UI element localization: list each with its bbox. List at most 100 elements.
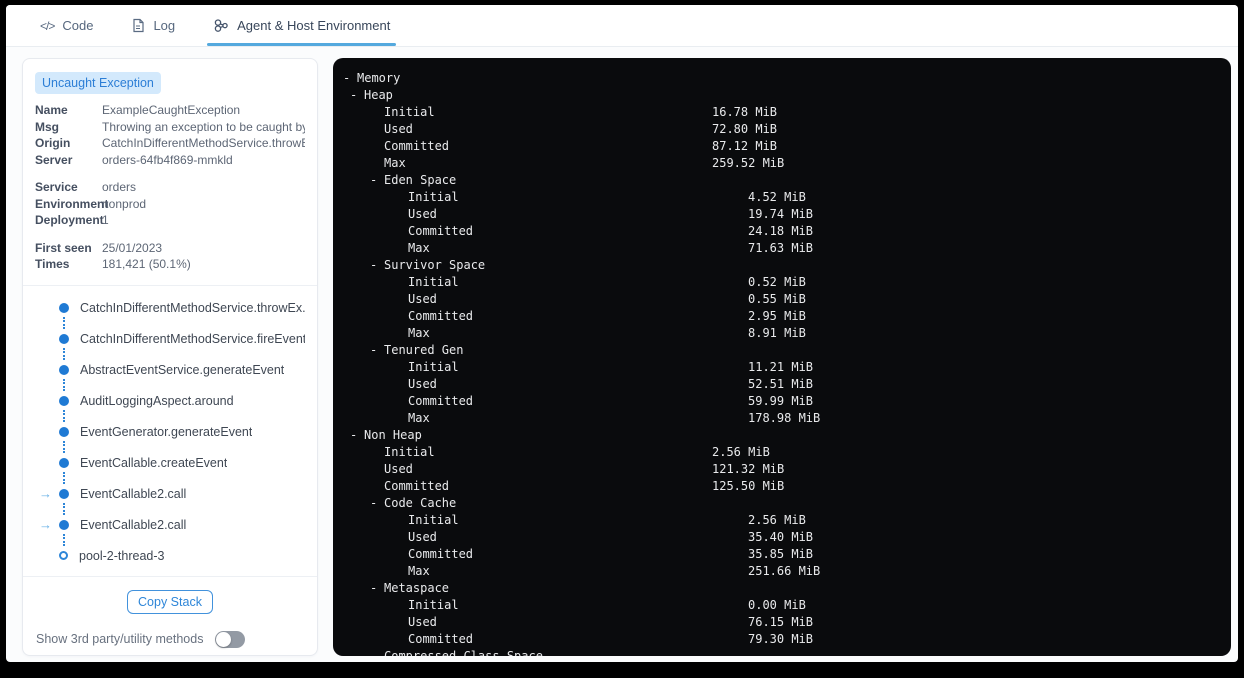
memory-metric-value: 19.74 MiB bbox=[748, 207, 814, 221]
frame-dot-icon bbox=[59, 426, 69, 437]
memory-metric-value: 16.78 MiB bbox=[712, 105, 778, 119]
frame-dot-icon bbox=[59, 364, 69, 375]
memory-metric-label: Committed bbox=[408, 224, 474, 238]
collapse-icon[interactable]: - bbox=[370, 580, 384, 597]
main-content: Uncaught Exception Name ExampleCaughtExce… bbox=[6, 47, 1238, 656]
memory-tree-leaf-row: Committed 79.30 MiB bbox=[343, 631, 1221, 648]
memory-tree-header-row[interactable]: - Metaspace bbox=[343, 580, 1221, 597]
memory-tree-leaf-row: Initial 2.56 MiB bbox=[343, 512, 1221, 529]
collapse-icon[interactable]: - bbox=[350, 87, 364, 104]
memory-metric-label: Used bbox=[408, 615, 437, 629]
memory-tree-header-row[interactable]: - Non Heap bbox=[343, 427, 1221, 444]
memory-metric-value: 178.98 MiB bbox=[748, 411, 821, 425]
memory-tree-leaf-row: Max 259.52 MiB bbox=[343, 155, 1221, 172]
frame-dot-icon bbox=[59, 519, 69, 530]
tab-code-label: Code bbox=[62, 18, 94, 33]
stack-frame[interactable]: EventCallable.createEvent bbox=[35, 455, 305, 471]
stack-frame-label: CatchInDifferentMethodService.fireEvent bbox=[80, 331, 305, 346]
stack-frame[interactable]: pool-2-thread-3 bbox=[35, 548, 305, 564]
stack-frame-label: EventCallable2.call bbox=[80, 486, 187, 501]
memory-metric-label: Initial bbox=[408, 190, 459, 204]
stack-frame[interactable]: → EventCallable2.call bbox=[35, 517, 305, 533]
memory-metric-value: 0.55 MiB bbox=[748, 292, 806, 306]
copy-stack-button[interactable]: Copy Stack bbox=[127, 589, 213, 614]
frame-connector-dots bbox=[63, 348, 65, 360]
tab-bar: </> Code Log Agent & Host Environment bbox=[6, 5, 1238, 47]
detail-label: Service bbox=[35, 180, 78, 194]
memory-metric-value: 2.56 MiB bbox=[712, 445, 770, 459]
log-icon bbox=[131, 18, 145, 33]
memory-tree-header-row[interactable]: - Compressed Class Space bbox=[343, 648, 1221, 656]
memory-metric-label: Initial bbox=[408, 275, 459, 289]
third-party-toggle-switch[interactable] bbox=[215, 630, 246, 648]
memory-tree-header-row[interactable]: - Memory bbox=[343, 70, 1221, 87]
stack-frame-label: AuditLoggingAspect.around bbox=[80, 393, 234, 408]
memory-metric-label: Initial bbox=[408, 598, 459, 612]
tab-code[interactable]: </> Code bbox=[40, 5, 93, 46]
memory-metric-label: Max bbox=[408, 564, 430, 578]
frame-dot-icon bbox=[59, 395, 69, 406]
memory-metric-label: Max bbox=[384, 156, 406, 170]
memory-tree-leaf-row: Max 8.91 MiB bbox=[343, 325, 1221, 342]
collapse-icon[interactable]: - bbox=[370, 648, 384, 656]
stack-frame-label: pool-2-thread-3 bbox=[79, 548, 165, 563]
stack-frame[interactable]: EventGenerator.generateEvent bbox=[35, 424, 305, 440]
agent-environment-icon bbox=[213, 18, 229, 34]
memory-metric-value: 71.63 MiB bbox=[748, 241, 814, 255]
detail-row: First seen 25/01/2023 bbox=[35, 240, 305, 257]
detail-value: 1 bbox=[102, 213, 109, 227]
memory-metric-label: Used bbox=[384, 462, 413, 476]
frame-dot-icon bbox=[59, 457, 69, 468]
memory-metric-label: Max bbox=[408, 241, 430, 255]
detail-label: Msg bbox=[35, 119, 59, 134]
memory-metric-value: 2.95 MiB bbox=[748, 309, 806, 323]
memory-tree-header-row[interactable]: - Tenured Gen bbox=[343, 342, 1221, 359]
memory-metric-label: Committed bbox=[408, 394, 474, 408]
frame-dot-icon bbox=[59, 302, 69, 313]
memory-metric-value: 24.18 MiB bbox=[748, 224, 814, 238]
collapse-icon[interactable]: - bbox=[370, 495, 384, 512]
frame-connector-dots bbox=[63, 317, 65, 329]
memory-tree-leaf-row: Committed 24.18 MiB bbox=[343, 223, 1221, 240]
collapse-icon[interactable]: - bbox=[370, 257, 384, 274]
memory-tree-leaf-row: Used 121.32 MiB bbox=[343, 461, 1221, 478]
detail-value: nonprod bbox=[102, 196, 147, 211]
memory-metric-label: Memory bbox=[357, 71, 401, 85]
tab-log[interactable]: Log bbox=[131, 5, 175, 46]
stack-frame[interactable]: AuditLoggingAspect.around bbox=[35, 393, 305, 409]
collapse-icon[interactable]: - bbox=[370, 172, 384, 189]
stack-frame[interactable]: → EventCallable2.call bbox=[35, 486, 305, 502]
detail-label: Origin bbox=[35, 136, 71, 150]
frame-connector-dots bbox=[63, 472, 65, 484]
memory-tree-header-row[interactable]: - Heap bbox=[343, 87, 1221, 104]
collapse-icon[interactable]: - bbox=[350, 427, 364, 444]
collapse-icon[interactable]: - bbox=[370, 342, 384, 359]
app-window: </> Code Log Agent & Host Environment Un… bbox=[6, 5, 1238, 662]
detail-group: Service orders Environment nonprod Deploymen… bbox=[35, 179, 305, 229]
memory-tree-header-row[interactable]: - Code Cache bbox=[343, 495, 1221, 512]
memory-metric-value: 0.52 MiB bbox=[748, 275, 806, 289]
memory-metric-value: 125.50 MiB bbox=[712, 479, 785, 493]
divider bbox=[23, 284, 317, 286]
tab-agent-host-environment[interactable]: Agent & Host Environment bbox=[207, 5, 397, 46]
stack-frame[interactable]: AbstractEventService.generateEvent bbox=[35, 362, 305, 378]
stack-frame[interactable]: CatchInDifferentMethodService.fireEvent bbox=[35, 331, 305, 347]
memory-metric-label: Survivor Space bbox=[384, 258, 486, 272]
memory-tree-leaf-row: Used 35.40 MiB bbox=[343, 529, 1221, 546]
detail-label: Name bbox=[35, 103, 68, 117]
detail-value: Throwing an exception to be caught by a … bbox=[102, 119, 305, 134]
memory-tree-header-row[interactable]: - Eden Space bbox=[343, 172, 1221, 189]
detail-row: Name ExampleCaughtException bbox=[35, 102, 305, 119]
memory-tree-leaf-row: Initial 0.00 MiB bbox=[343, 597, 1221, 614]
detail-row: Deployment 1 bbox=[35, 212, 305, 229]
stack-frame[interactable]: CatchInDifferentMethodService.throwEx... bbox=[35, 300, 305, 316]
detail-label: First seen bbox=[35, 240, 92, 255]
memory-metric-value: 4.52 MiB bbox=[748, 190, 806, 204]
collapse-icon[interactable]: - bbox=[343, 70, 357, 87]
memory-tree-leaf-row: Max 71.63 MiB bbox=[343, 240, 1221, 257]
detail-row: Times 181,421 (50.1%) bbox=[35, 256, 305, 273]
memory-tree-header-row[interactable]: - Survivor Space bbox=[343, 257, 1221, 274]
detail-row: Service orders bbox=[35, 179, 305, 196]
memory-tree-leaf-row: Initial 4.52 MiB bbox=[343, 189, 1221, 206]
tab-agent-label: Agent & Host Environment bbox=[237, 18, 391, 33]
